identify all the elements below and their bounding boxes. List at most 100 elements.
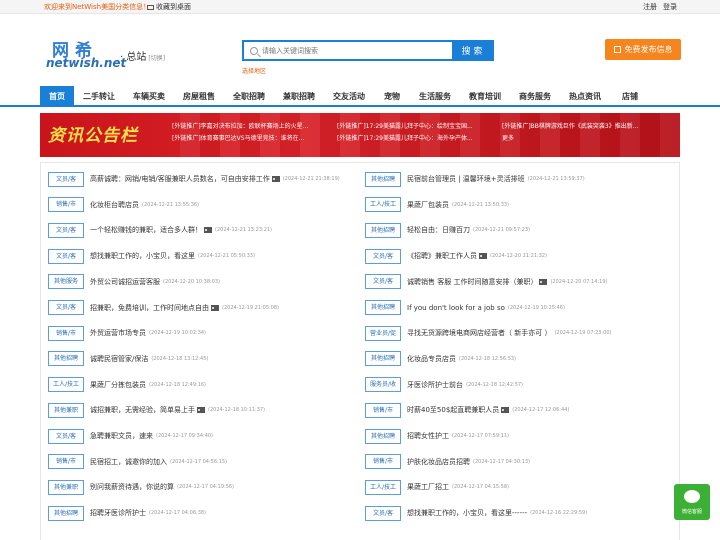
list-item[interactable]: 销售/市 护肤化妆品店员招聘 (2024-12-17 04:30:13) — [365, 454, 530, 470]
category-tag[interactable]: 文员/客 — [48, 171, 84, 187]
nav-item[interactable]: 商务服务 — [510, 86, 560, 107]
list-item[interactable]: 文员/客 一个轻松赚钱的兼职，适合多人群！ (2024-12-21 13:23:21… — [48, 222, 272, 238]
listing-title[interactable]: 招聘女性护工 — [407, 431, 449, 441]
nav-item[interactable]: 交友活动 — [324, 86, 374, 107]
listing-title[interactable]: 诚聘民宿管家/保洁 — [90, 354, 148, 364]
list-item[interactable]: 其他兼职 诚招兼职，无需经验，简单易上手 (2024-12-18 10:11:37) — [48, 402, 265, 418]
category-tag[interactable]: 销售/市 — [48, 197, 84, 213]
category-tag[interactable]: 其他招聘 — [365, 351, 401, 367]
list-item[interactable]: 工人/技工 果蔬厂包装员 (2024-12-21 13:50:33) — [365, 197, 509, 213]
wechat-service-button[interactable]: 微信客服 — [674, 484, 710, 520]
listing-title[interactable]: 时薪40至50$起直聘兼职人员 — [407, 405, 499, 415]
nav-item[interactable]: 兼职招聘 — [274, 86, 324, 107]
nav-item[interactable]: 热点资讯 — [560, 86, 610, 107]
category-tag[interactable]: 其他招聘 — [48, 505, 84, 521]
listing-title[interactable]: 别问我薪资待遇，你说的算 — [90, 482, 174, 492]
category-tag[interactable]: 工人/技工 — [48, 377, 84, 393]
category-tag[interactable]: 工人/技工 — [365, 479, 401, 495]
list-item[interactable]: 文员/客 急聘兼职文员，速来 (2024-12-17 09:34:40) — [48, 428, 213, 444]
list-item[interactable]: 其他招聘 招聘女性护工 (2024-12-17 07:59:11) — [365, 428, 509, 444]
list-item[interactable]: 其他服务 外贸公司诚招运营客服 (2024-12-20 10:38:03) — [48, 274, 220, 290]
list-item[interactable]: 工人/技工 果蔬厂分拣包装员 (2024-12-18 12:49:16) — [48, 377, 206, 393]
category-tag[interactable]: 其他服务 — [48, 274, 84, 290]
list-item[interactable]: 工人/技工 果蔬工厂招工 (2024-12-17 04:15:58) — [365, 479, 509, 495]
login-link[interactable]: 登录 — [663, 2, 677, 12]
category-tag[interactable]: 其他兼职 — [48, 479, 84, 495]
listing-title[interactable]: 果蔬厂分拣包装员 — [90, 380, 146, 390]
notice-item[interactable]: [外链推广]体育赛事巴达VS马德里竞技：谁将在... — [172, 133, 304, 142]
listing-title[interactable]: 轻松自由：日赚百刀 — [407, 225, 470, 235]
list-item[interactable]: 销售/市 外贸运营市场专员 (2024-12-19 10:02:34) — [48, 325, 206, 341]
register-link[interactable]: 注册 — [643, 2, 657, 12]
listing-title[interactable]: 一个轻松赚钱的兼职，适合多人群！ — [90, 225, 202, 235]
listing-title[interactable]: 诚招兼职，无需经验，简单易上手 — [90, 405, 195, 415]
list-item[interactable]: 其他招聘 轻松自由：日赚百刀 (2024-12-21 09:57:23) — [365, 222, 530, 238]
list-item[interactable]: 文员/客 想找兼职工作的，小宝贝，看这里------ (2024-12-16 22:… — [365, 505, 587, 521]
search-input[interactable] — [244, 42, 452, 59]
nav-item[interactable]: 全职招聘 — [224, 86, 274, 107]
notice-item[interactable]: [外链推广]BB棋牌游戏巨作《武装突袭3》推出新... — [502, 121, 638, 130]
listing-title[interactable]: 高薪诚聘：网销/电销/客服兼职人员数名，可自由安排工作 — [90, 174, 270, 184]
category-tag[interactable]: 文员/客 — [48, 248, 84, 264]
listing-title[interactable]: 牙医诊所护士前台 — [407, 380, 463, 390]
city-selector[interactable]: · 总站 [切换] — [120, 48, 165, 63]
category-tag[interactable]: 文员/客 — [48, 222, 84, 238]
list-item[interactable]: 文员/客 诚聘销售 客服 工作时间随意安排（兼职） (2024-12-20 07:1… — [365, 274, 607, 290]
category-tag[interactable]: 其他招聘 — [365, 300, 401, 315]
listing-title[interactable]: 招聘牙医诊所护士 — [90, 508, 146, 518]
nav-item[interactable]: 二手转让 — [74, 86, 124, 107]
listing-title[interactable]: 果蔬厂包装员 — [407, 200, 449, 210]
listing-title[interactable]: 急聘兼职文员，速来 — [90, 431, 153, 441]
category-tag[interactable]: 文员/客 — [365, 505, 401, 521]
category-tag[interactable]: 其他招聘 — [48, 351, 84, 367]
list-item[interactable]: 文员/客 高薪诚聘：网销/电销/客服兼职人员数名，可自由安排工作 (2024-12-… — [48, 171, 340, 187]
category-tag[interactable]: 其他招聘 — [365, 171, 401, 187]
list-item[interactable]: 其他招聘 诚聘民宿管家/保洁 (2024-12-18 13:12:45) — [48, 351, 208, 367]
nav-item[interactable]: 房屋租售 — [174, 86, 224, 107]
site-logo[interactable]: 网希 netwish.net — [46, 36, 126, 76]
nav-item[interactable]: 生活服务 — [410, 86, 460, 107]
favorite-link[interactable]: 收藏到桌面 — [147, 2, 191, 12]
category-tag[interactable]: 其他招聘 — [365, 428, 401, 444]
listing-title[interactable]: 想找兼职工作的，小宝贝，看这里 — [90, 251, 195, 261]
listing-title[interactable]: 诚聘销售 客服 工作时间随意安排（兼职） — [407, 277, 537, 287]
list-item[interactable]: 其他招聘 招聘牙医诊所护士 (2024-12-17 04:06:38) — [48, 505, 206, 521]
category-tag[interactable]: 工人/技工 — [365, 197, 401, 213]
category-tag[interactable]: 文员/客 — [48, 300, 84, 315]
listing-title[interactable]: 化妆柜台聘店员 — [90, 200, 139, 210]
list-item[interactable]: 文员/客 招兼职，免费培训，工作时间地点自由 (2024-12-19 21:05:0… — [48, 300, 279, 316]
listing-title[interactable]: 护肤化妆品店员招聘 — [407, 457, 470, 467]
category-tag[interactable]: 文员/客 — [365, 248, 401, 264]
category-tag[interactable]: 销售/市 — [48, 325, 84, 341]
search-button[interactable]: 搜 索 — [452, 42, 492, 59]
category-tag[interactable]: 其他招聘 — [365, 222, 401, 238]
post-free-button[interactable]: 免费发布信息 — [605, 39, 681, 60]
listing-title[interactable]: 外贸运营市场专员 — [90, 328, 146, 338]
list-item[interactable]: 其他招聘 If you don't look for a job so (2024-… — [365, 300, 565, 316]
category-tag[interactable]: 文员/客 — [365, 274, 401, 290]
list-item[interactable]: 服务员/收 牙医诊所护士前台 (2024-12-18 12:42:57) — [365, 377, 523, 393]
list-item[interactable]: 营业员/促 寻找无货源跨境电商网店经营者（ 新手亦可 ） (2024-12-19 0… — [365, 325, 611, 341]
category-tag[interactable]: 销售/市 — [365, 402, 401, 418]
list-item[interactable]: 销售/市 化妆柜台聘店员 (2024-12-21 13:55:36) — [48, 197, 199, 213]
nav-item[interactable]: 车辆买卖 — [124, 86, 174, 107]
listing-title[interactable]: 《招聘》兼职工作人员 — [407, 251, 477, 261]
category-tag[interactable]: 营业员/促 — [365, 325, 401, 341]
notice-item[interactable]: [外链推广]17:29美猫露儿拜子中心：绘制宝宝国... — [337, 121, 473, 130]
list-item[interactable]: 其他兼职 别问我薪资待遇，你说的算 (2024-12-17 04:19:56) — [48, 479, 234, 495]
select-region-link[interactable]: 选择地区 — [242, 66, 266, 75]
list-item[interactable]: 文员/客 《招聘》兼职工作人员 (2024-12-20 21:21:32) — [365, 248, 547, 264]
listing-title[interactable]: 招兼职，免费培训，工作时间地点自由 — [90, 303, 209, 313]
notice-more-link[interactable]: 更多 — [502, 133, 514, 142]
category-tag[interactable]: 销售/市 — [48, 454, 84, 470]
list-item[interactable]: 销售/市 民宿招工，诚邀你的加入 (2024-12-17 04:56:15) — [48, 454, 227, 470]
listing-title[interactable]: If you don't look for a job so — [407, 304, 505, 312]
category-tag[interactable]: 销售/市 — [365, 454, 401, 470]
listing-title[interactable]: 化妆品专员店员 — [407, 354, 456, 364]
nav-item[interactable]: 店铺 — [610, 86, 650, 107]
listing-title[interactable]: 民宿前台管理员 | 温馨环境+灵活排班 — [407, 174, 525, 184]
list-item[interactable]: 文员/客 想找兼职工作的，小宝贝，看这里 (2024-12-21 05:50:33) — [48, 248, 255, 264]
list-item[interactable]: 其他招聘 民宿前台管理员 | 温馨环境+灵活排班 (2024-12-21 13:59… — [365, 171, 585, 187]
category-tag[interactable]: 其他兼职 — [48, 402, 84, 418]
city-switch[interactable]: [切换] — [148, 55, 165, 62]
